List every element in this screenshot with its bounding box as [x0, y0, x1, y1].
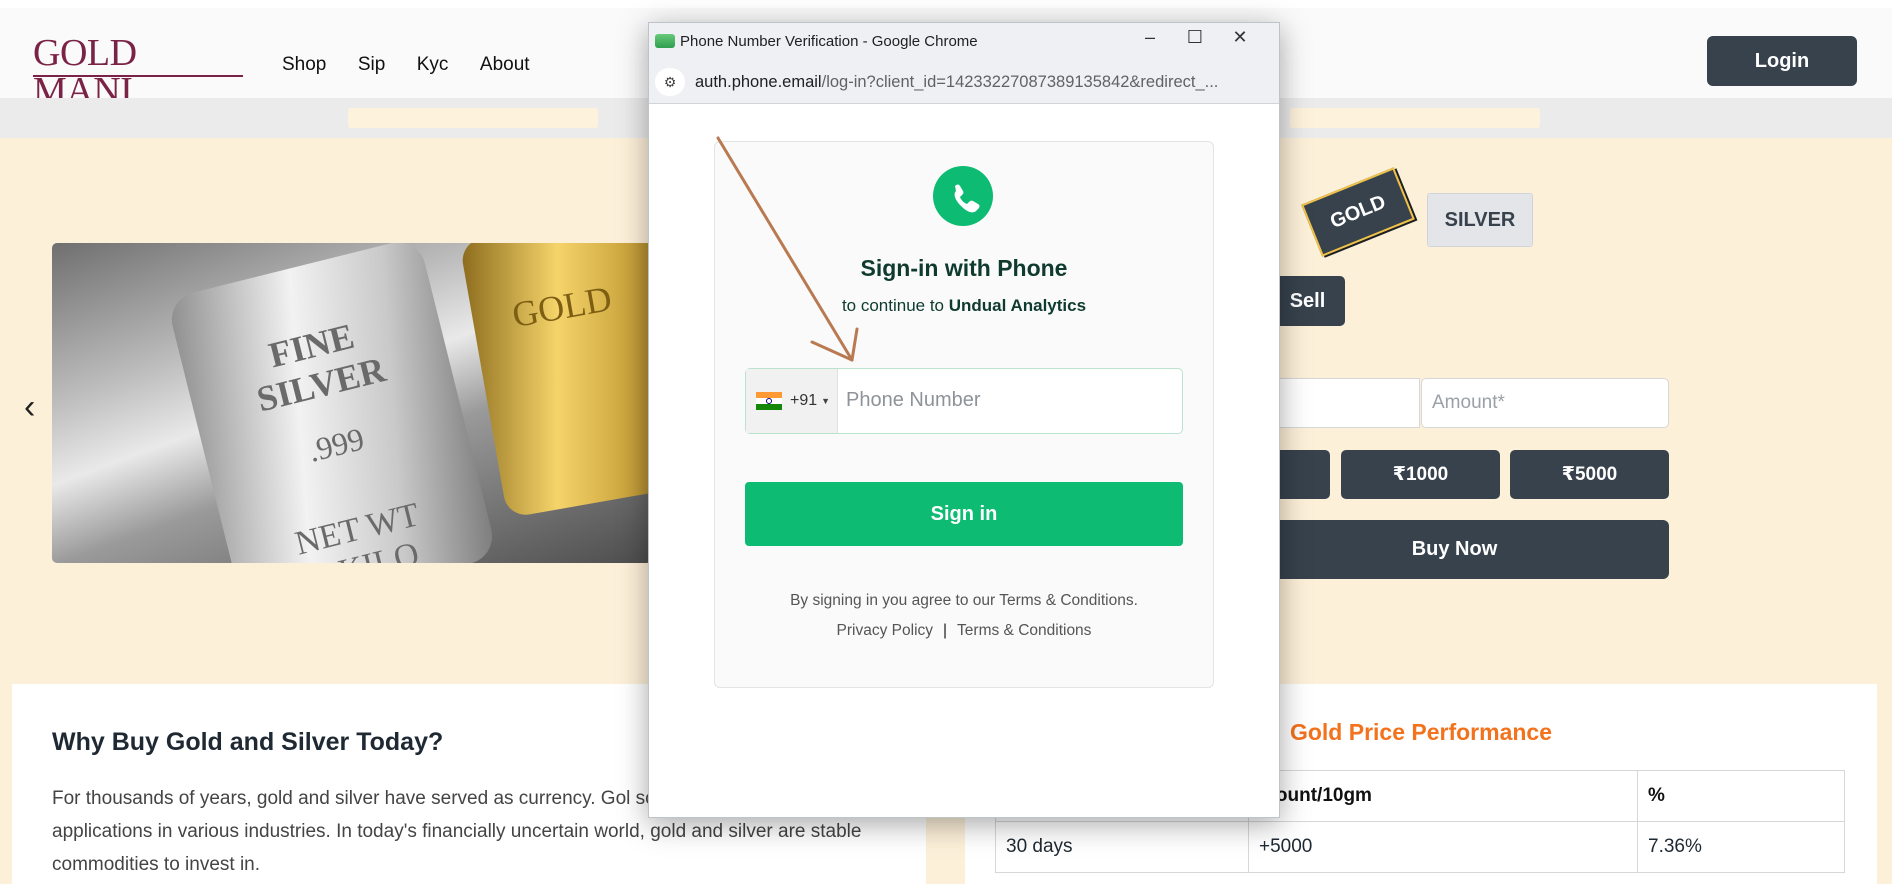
signin-app-name: Undual Analytics: [948, 296, 1087, 315]
table-row: 30 days +5000 7.36%: [995, 821, 1845, 873]
why-buy-title: Why Buy Gold and Silver Today?: [52, 728, 444, 756]
country-code-select[interactable]: +91 ▼: [746, 369, 838, 433]
popup-window-title: Phone Number Verification - Google Chrom…: [680, 33, 978, 50]
link-separator: |: [943, 622, 948, 639]
logo-underline: [33, 75, 243, 77]
terms-conditions-link[interactable]: Terms & Conditions: [957, 622, 1091, 639]
main-nav: Shop Sip Kyc About: [282, 54, 557, 76]
quick-amount-1000-button[interactable]: ₹1000: [1341, 450, 1500, 499]
phone-number-field[interactable]: +91 ▼ Phone Number: [745, 368, 1183, 434]
popup-url[interactable]: auth.phone.email/log-in?client_id=142332…: [695, 73, 1218, 92]
table-header-cell: mount/10gm: [1248, 770, 1638, 822]
signin-card: Sign-in with Phone to continue to Undual…: [714, 141, 1214, 688]
ticker-pill: [1290, 108, 1540, 128]
signin-button[interactable]: Sign in: [745, 482, 1183, 546]
minimize-icon[interactable]: –: [1135, 27, 1165, 48]
amount-input[interactable]: Amount*: [1421, 378, 1669, 428]
india-flag-icon: [756, 392, 782, 410]
carousel-prev-arrow-icon[interactable]: ‹: [24, 388, 35, 427]
signin-subtitle-prefix: to continue to: [841, 296, 949, 315]
privacy-policy-link[interactable]: Privacy Policy: [837, 622, 933, 639]
site-favicon-icon: [655, 34, 675, 48]
popup-titlebar[interactable]: Phone Number Verification - Google Chrom…: [649, 23, 1279, 61]
url-path: /log-in?client_id=14233227087389135842&r…: [821, 73, 1219, 91]
signin-title: Sign-in with Phone: [860, 255, 1068, 281]
country-code: +91: [790, 392, 818, 409]
table-header-cell: %: [1637, 770, 1845, 822]
url-domain: auth.phone.email: [695, 73, 822, 91]
nav-sip[interactable]: Sip: [358, 54, 385, 75]
footer-links: Privacy Policy | Terms & Conditions: [715, 622, 1213, 640]
phone-icon: [933, 166, 993, 226]
nav-shop[interactable]: Shop: [282, 54, 326, 75]
nav-kyc[interactable]: Kyc: [417, 54, 449, 75]
metal-tab-gold[interactable]: GOLD: [1301, 167, 1415, 257]
gold-bar-graphic: GOLD: [459, 243, 652, 519]
quick-amount-5000-button[interactable]: ₹5000: [1510, 450, 1669, 499]
phone-number-input[interactable]: Phone Number: [846, 389, 981, 412]
metal-tab-silver[interactable]: SILVER: [1427, 193, 1533, 247]
terms-agreement-text: By signing in you agree to our Terms & C…: [790, 592, 1138, 609]
login-button[interactable]: Login: [1707, 36, 1857, 86]
caret-down-icon: ▼: [821, 396, 831, 406]
gold-mani-logo[interactable]: GOLD MANI: [33, 34, 243, 110]
ticker-pill: [348, 108, 598, 128]
popup-url-bar[interactable]: ⚙ auth.phone.email/log-in?client_id=1423…: [649, 61, 1279, 104]
carousel-image-gold-silver-bars: FINESILVER .999 NET WT1 KILO GOLD: [52, 243, 652, 563]
site-settings-icon[interactable]: ⚙: [655, 68, 685, 96]
table-cell: 7.36%: [1637, 821, 1845, 873]
maximize-icon[interactable]: ☐: [1180, 27, 1210, 48]
table-cell: 30 days: [995, 821, 1249, 873]
close-icon[interactable]: ✕: [1225, 27, 1255, 48]
signin-subtitle: to continue to Undual Analytics: [715, 296, 1213, 316]
table-cell: +5000: [1248, 821, 1638, 873]
phone-verification-popup-window: Phone Number Verification - Google Chrom…: [648, 22, 1280, 818]
silver-bar-graphic: FINESILVER .999 NET WT1 KILO: [165, 243, 499, 563]
buy-now-button[interactable]: Buy Now: [1240, 520, 1669, 579]
nav-about[interactable]: About: [480, 54, 530, 75]
sell-tab-button[interactable]: Sell: [1270, 276, 1345, 326]
